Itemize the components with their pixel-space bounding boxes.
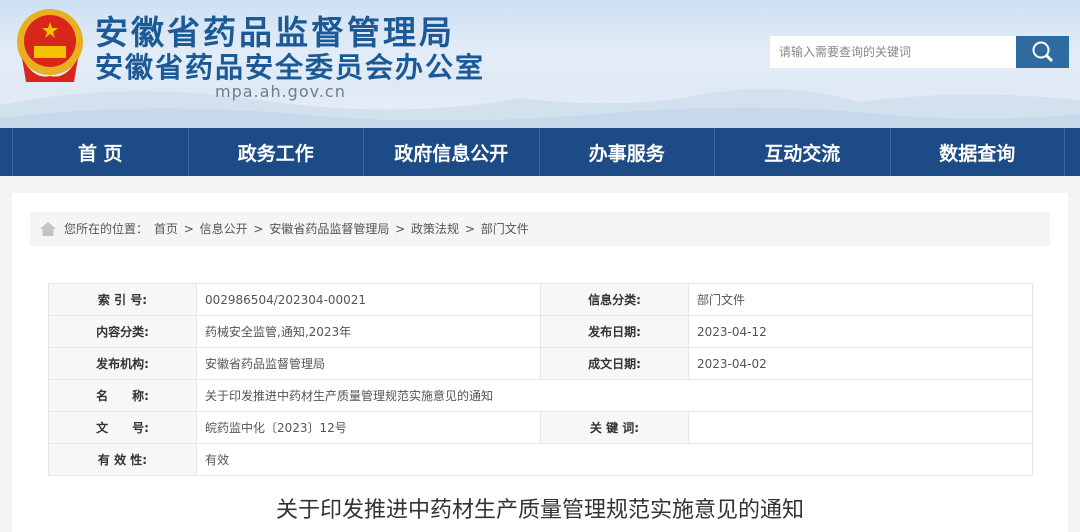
nav-data-query[interactable]: 数据查询 <box>889 128 1065 176</box>
label: 关 键 词: <box>540 411 689 444</box>
breadcrumb-sep: > <box>253 222 264 236</box>
label: 索 引 号: <box>48 283 197 316</box>
breadcrumb-sep: > <box>183 222 194 236</box>
value: 002986504/202304-00021 <box>196 283 541 316</box>
breadcrumb-info[interactable]: 信息公开 <box>200 222 248 236</box>
table-row: 名 称: 关于印发推进中药材生产质量管理规范实施意见的通知 <box>48 379 1033 412</box>
search-input[interactable]: 请输入需要查询的关键词 <box>770 36 1016 68</box>
table-row: 发布机构: 安徽省药品监督管理局 成文日期: 2023-04-02 <box>48 347 1033 380</box>
value: 部门文件 <box>688 283 1033 316</box>
label: 信息分类: <box>540 283 689 316</box>
nav-home[interactable]: 首 页 <box>12 128 188 176</box>
breadcrumb-bureau[interactable]: 安徽省药品监督管理局 <box>269 222 389 236</box>
breadcrumb-sep: > <box>395 222 406 236</box>
article-title: 关于印发推进中药材生产质量管理规范实施意见的通知 <box>275 498 804 523</box>
national-emblem-icon <box>17 9 83 82</box>
home-icon <box>40 222 56 236</box>
table-row: 有 效 性: 有效 <box>48 443 1033 476</box>
table-row: 文 号: 皖药监中化〔2023〕12号关 键 词: <box>48 411 1033 444</box>
value: 2023-04-12 <box>688 315 1033 348</box>
value: 有效 <box>196 443 1033 476</box>
value <box>688 411 1033 444</box>
nav-info-disclosure[interactable]: 政府信息公开 <box>363 128 539 176</box>
site-header: 安徽省药品监督管理局 安徽省药品安全委员会办公室 mpa.ah.gov.cn 请… <box>0 0 1080 128</box>
table-row: 索 引 号: 002986504/202304-00021 信息分类: 部门文件 <box>48 283 1033 316</box>
nav-interaction[interactable]: 互动交流 <box>714 128 890 176</box>
nav-services[interactable]: 办事服务 <box>538 128 715 176</box>
label: 成文日期: <box>540 347 689 380</box>
label: 发布日期: <box>540 315 689 348</box>
value: 药械安全监管,通知,2023年 <box>196 315 541 348</box>
value: 关于印发推进中药材生产质量管理规范实施意见的通知 <box>196 379 1033 412</box>
site-subtitle: 安徽省药品安全委员会办公室 <box>95 51 486 84</box>
value: 皖药监中化〔2023〕12号 <box>196 411 541 444</box>
label: 发布机构: <box>48 347 197 380</box>
label: 名 称: <box>48 379 197 412</box>
document-info-table: 索 引 号: 002986504/202304-00021 信息分类: 部门文件 内容… <box>48 283 1033 476</box>
label: 文 号: <box>48 411 197 444</box>
table-row: 内容分类: 药械安全监管,通知,2023年 发布日期: 2023-04-12 <box>48 315 1033 348</box>
site-url: mpa.ah.gov.cn <box>215 82 346 101</box>
search-button[interactable] <box>1016 36 1069 68</box>
breadcrumb: 您所在的位置： 首页 > 信息公开 > 安徽省药品监督管理局 > 政策法规 > … <box>30 212 1050 246</box>
breadcrumb-sep: > <box>464 222 475 236</box>
value: 安徽省药品监督管理局 <box>196 347 541 380</box>
label: 有 效 性: <box>48 443 197 476</box>
breadcrumb-policy[interactable]: 政策法规 <box>411 222 459 236</box>
label: 内容分类: <box>48 315 197 348</box>
main-nav: 首 页 政务工作 政府信息公开 办事服务 互动交流 数据查询 <box>0 128 1080 176</box>
breadcrumb-home[interactable]: 首页 <box>154 222 178 236</box>
breadcrumb-dept-docs[interactable]: 部门文件 <box>481 222 529 236</box>
value: 2023-04-02 <box>688 347 1033 380</box>
nav-government-affairs[interactable]: 政务工作 <box>187 128 364 176</box>
search-icon <box>1032 41 1053 63</box>
breadcrumb-prefix: 您所在的位置： <box>64 222 149 236</box>
